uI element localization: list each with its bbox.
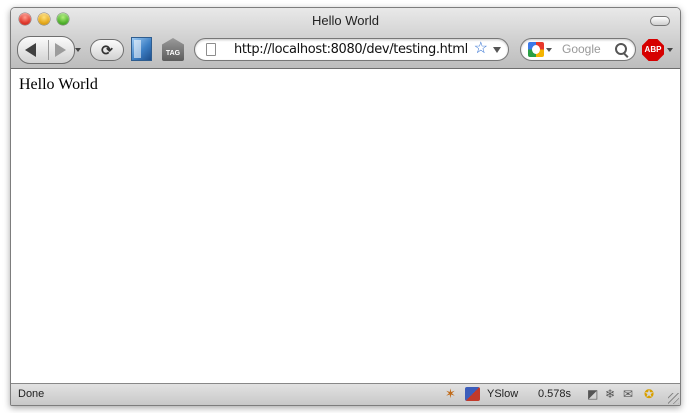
status-text: Done [18, 388, 45, 400]
adblock-dropdown-icon[interactable] [667, 48, 673, 52]
toolbar-toggle-button[interactable] [650, 16, 670, 26]
page-content: Hello World [11, 69, 680, 383]
page-text: Hello World [19, 76, 98, 93]
browser-window: Hello World ⟳ TAG http://localhost:8080/… [10, 7, 681, 406]
search-box[interactable]: Google [520, 38, 636, 61]
history-dropdown-icon[interactable] [75, 48, 81, 52]
adblock-plus-icon[interactable]: ABP [642, 39, 664, 61]
extension-icon[interactable]: ✪ [644, 387, 654, 401]
back-arrow-icon[interactable] [25, 43, 36, 57]
search-engine-dropdown-icon[interactable] [546, 48, 552, 52]
forward-arrow-icon[interactable] [55, 43, 66, 57]
status-bar: Done ✶ YSlow 0.578s ◩ ❄ ✉ ✪ [11, 383, 680, 405]
yslow-label[interactable]: YSlow [487, 388, 518, 400]
layout-icon[interactable]: ◩ [587, 387, 598, 401]
page-icon [206, 43, 216, 56]
google-icon[interactable] [528, 42, 544, 57]
tag-icon[interactable]: TAG [162, 38, 184, 61]
window-title: Hello World [312, 13, 379, 28]
nav-separator [48, 40, 49, 60]
load-time: 0.578s [538, 388, 572, 400]
snowflake-icon[interactable]: ❄ [605, 387, 615, 401]
bookmark-icon[interactable] [131, 37, 152, 61]
url-text[interactable]: http://localhost:8080/dev/testing.html [234, 42, 468, 57]
search-placeholder[interactable]: Google [562, 42, 601, 56]
star-bookmark-icon[interactable]: ☆ [474, 39, 488, 59]
url-dropdown-icon[interactable] [493, 47, 501, 53]
back-forward-group [17, 36, 75, 64]
firebug-icon[interactable]: ✶ [445, 387, 456, 401]
reload-button[interactable]: ⟳ [90, 39, 124, 61]
address-bar[interactable]: http://localhost:8080/dev/testing.html ☆ [194, 38, 509, 61]
mail-icon[interactable]: ✉ [623, 387, 633, 401]
window-toolbar: Hello World ⟳ TAG http://localhost:8080/… [11, 8, 680, 69]
reload-icon: ⟳ [101, 42, 113, 58]
yslow-icon[interactable] [465, 387, 480, 401]
search-icon[interactable] [615, 43, 627, 55]
tag-icon-label: TAG [165, 50, 181, 57]
resize-grip[interactable] [668, 393, 679, 404]
